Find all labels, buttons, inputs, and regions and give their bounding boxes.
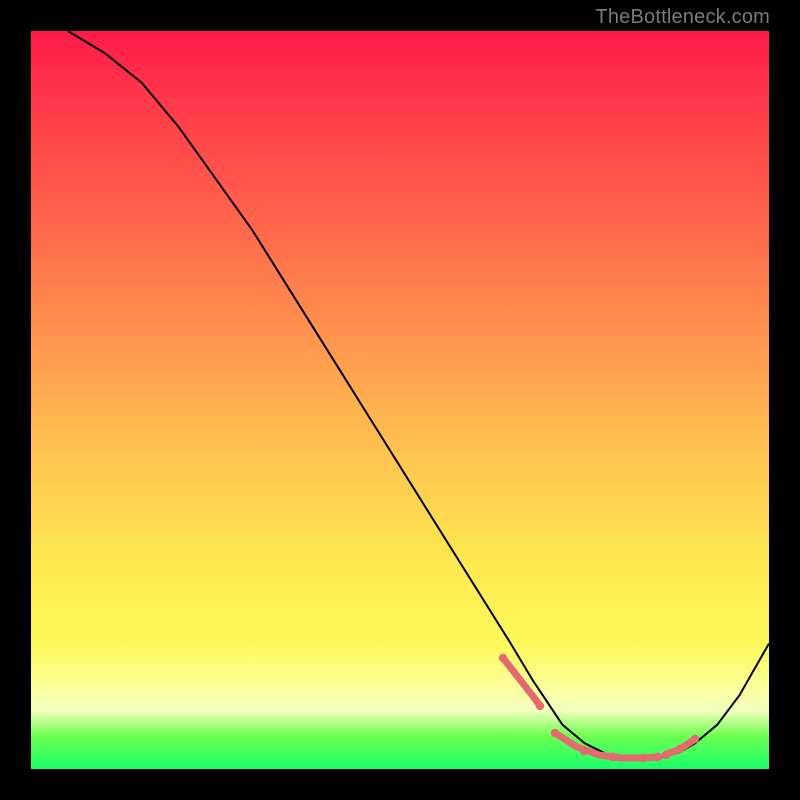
highlight-dot [691,735,699,743]
highlight-dot [499,654,507,662]
plot-svg [31,31,769,769]
highlight-dot [676,745,684,753]
highlight-dot [551,729,559,737]
plot-area [31,31,769,769]
highlight-dot [609,753,617,761]
chart-stage: TheBottleneck.com [0,0,800,800]
highlight-dot [654,753,662,761]
highlight-dot [536,702,544,710]
highlight-dot [580,747,588,755]
highlight-dot [662,751,670,759]
watermark-text: TheBottleneck.com [595,6,770,29]
main-curve [68,31,769,758]
highlight-group [499,654,699,762]
highlight-dot [639,754,647,762]
